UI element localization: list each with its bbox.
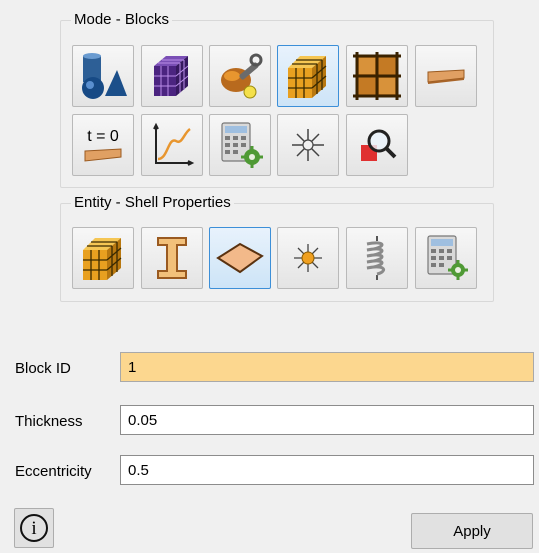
spring-coil-icon (366, 236, 386, 280)
apply-button[interactable]: Apply (411, 513, 533, 549)
block-id-label: Block ID (15, 360, 71, 377)
initial-condition-button[interactable]: t = 0 (72, 114, 134, 176)
info-button[interactable]: i (14, 508, 54, 548)
mode-blocks-title: Mode - Blocks (71, 10, 173, 30)
calculator-button[interactable] (209, 114, 271, 176)
point-sparkle-icon (292, 129, 324, 161)
thickness-label: Thickness (15, 413, 83, 430)
node-tools-button[interactable] (209, 45, 271, 107)
point-button[interactable] (277, 114, 339, 176)
mesh-cube-icon (154, 56, 189, 96)
geometry-mode-button[interactable] (72, 45, 134, 107)
shell-diamond-icon (216, 242, 264, 274)
blocks-mode-button[interactable] (277, 45, 339, 107)
entity-block-button[interactable] (72, 227, 134, 289)
blocks-cube-icon (288, 56, 327, 98)
beam-i-section-icon (157, 237, 187, 279)
curves-button[interactable] (141, 114, 203, 176)
eccentricity-label: Eccentricity (15, 463, 92, 480)
point-star-icon (294, 244, 322, 272)
geometry-shapes-icon (82, 53, 127, 99)
mesh-mode-button[interactable] (141, 45, 203, 107)
element-grid-button[interactable] (346, 45, 408, 107)
element-grid-icon (353, 52, 401, 100)
shell-plate-icon (427, 69, 465, 84)
calculator-settings-icon (427, 235, 468, 280)
svg-text:t = 0: t = 0 (87, 128, 119, 145)
entity-spring-button[interactable] (346, 227, 408, 289)
node-tools-icon (221, 53, 263, 99)
search-button[interactable] (346, 114, 408, 176)
eccentricity-field[interactable] (120, 455, 534, 485)
curve-graph-icon (153, 122, 195, 166)
thickness-field[interactable] (120, 405, 534, 435)
entity-beam-button[interactable] (141, 227, 203, 289)
block-cube-icon (83, 238, 122, 280)
shell-plate-button[interactable] (415, 45, 477, 107)
calculator-settings-icon (221, 122, 263, 168)
entity-calculator-button[interactable] (415, 227, 477, 289)
entity-point-button[interactable] (277, 227, 339, 289)
entity-shell-button[interactable] (209, 227, 271, 289)
magnify-search-icon (361, 129, 397, 161)
initial-condition-icon: t = 0 (84, 128, 122, 162)
info-icon: i (20, 514, 48, 542)
entity-shell-properties-title: Entity - Shell Properties (71, 193, 234, 213)
block-id-field[interactable] (120, 352, 534, 382)
